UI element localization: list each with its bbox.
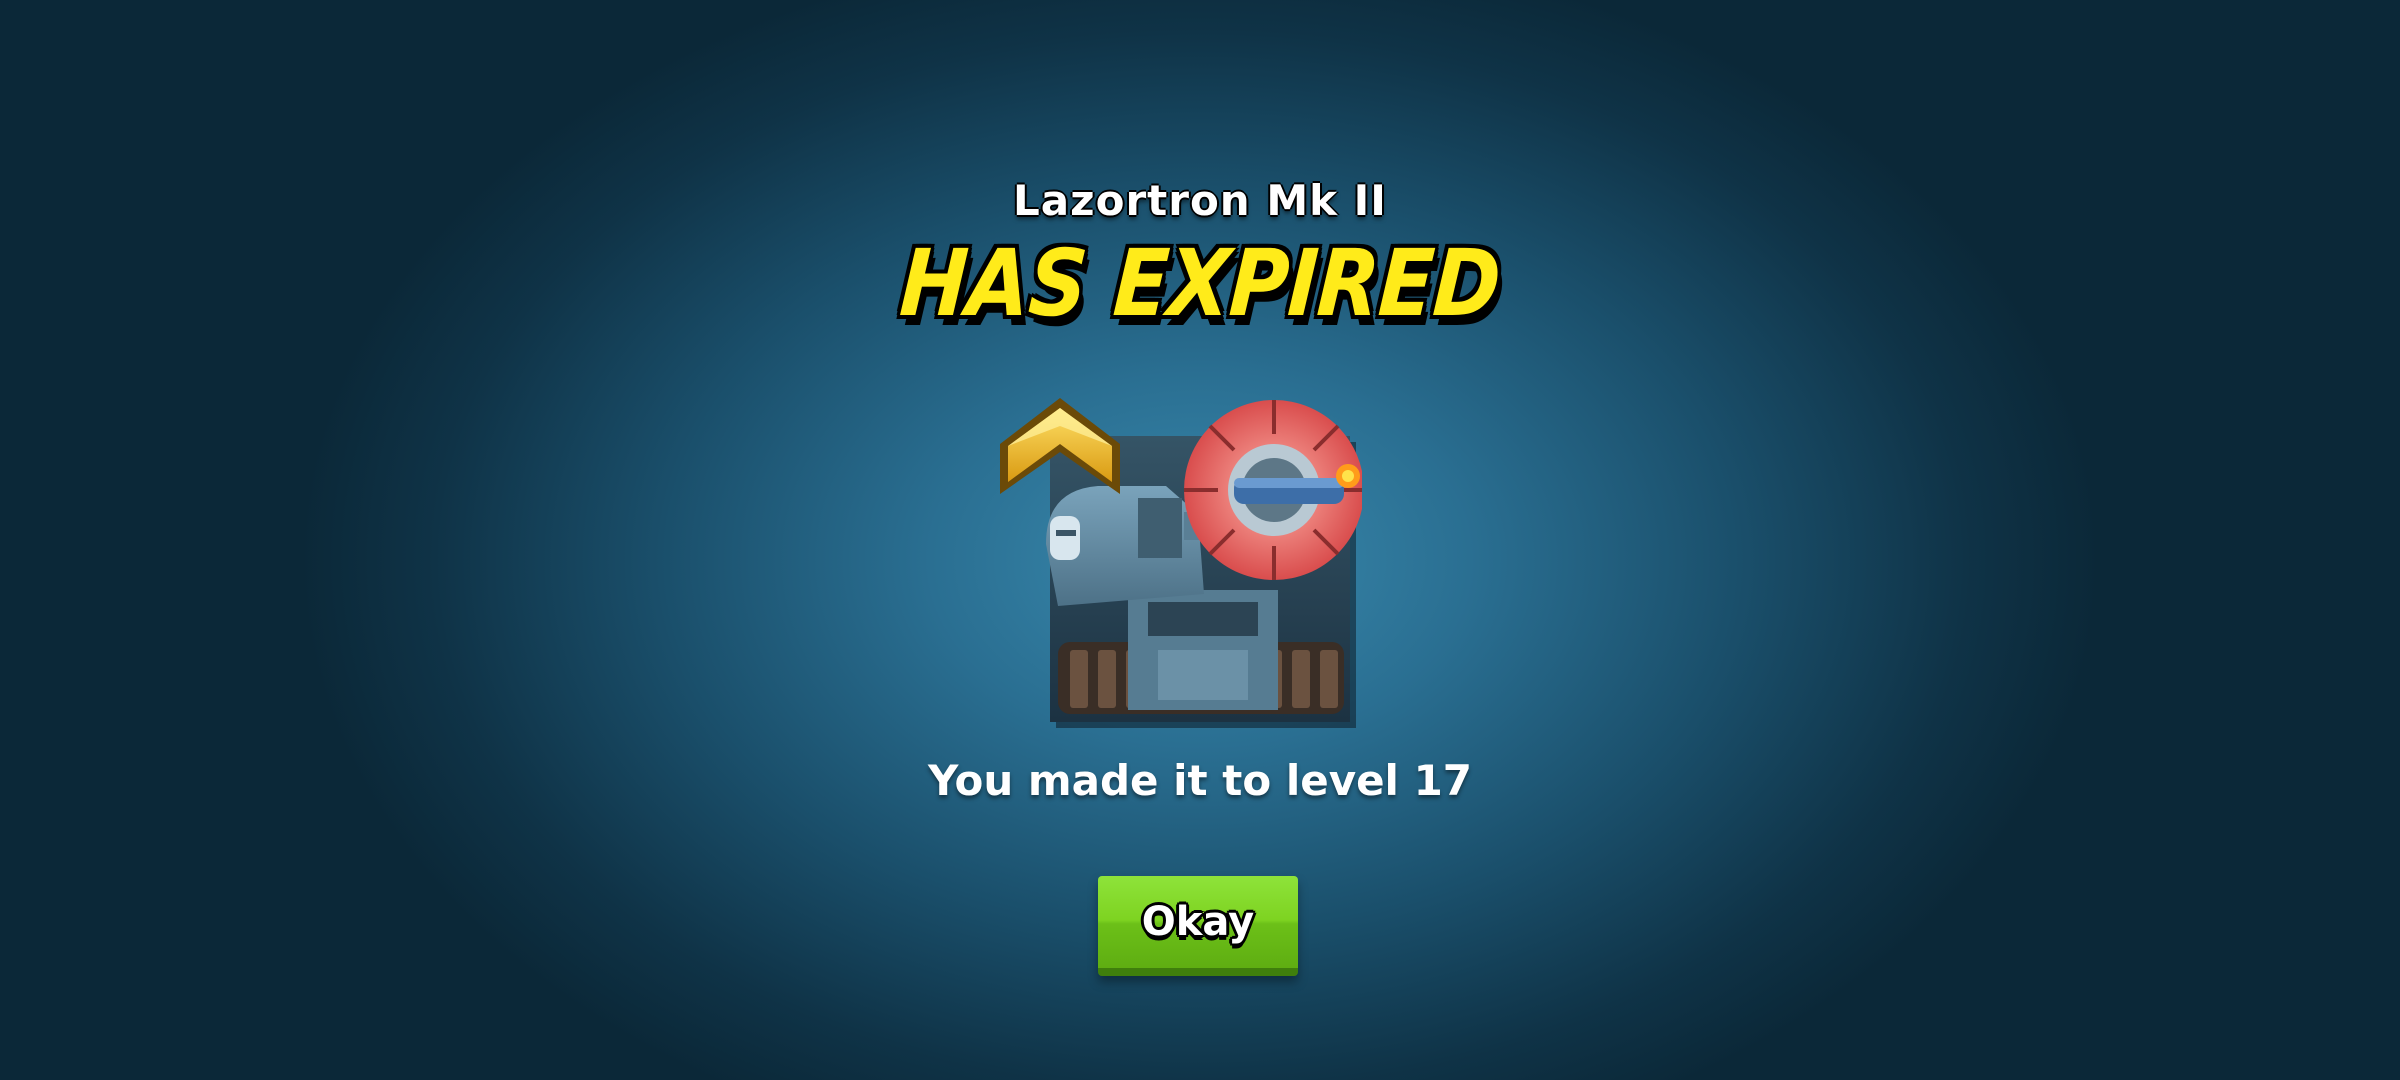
- expired-screen: Lazortron Mk II HAS EXPIRED You made it …: [0, 0, 2400, 1080]
- expired-headline: HAS EXPIRED: [897, 230, 1503, 337]
- okay-button-label: Okay: [1141, 899, 1255, 945]
- level-message: You made it to level 17: [927, 756, 1473, 805]
- item-name: Lazortron Mk II: [1013, 176, 1387, 225]
- unit-portrait: [998, 394, 1362, 732]
- okay-button[interactable]: Okay: [1098, 876, 1298, 976]
